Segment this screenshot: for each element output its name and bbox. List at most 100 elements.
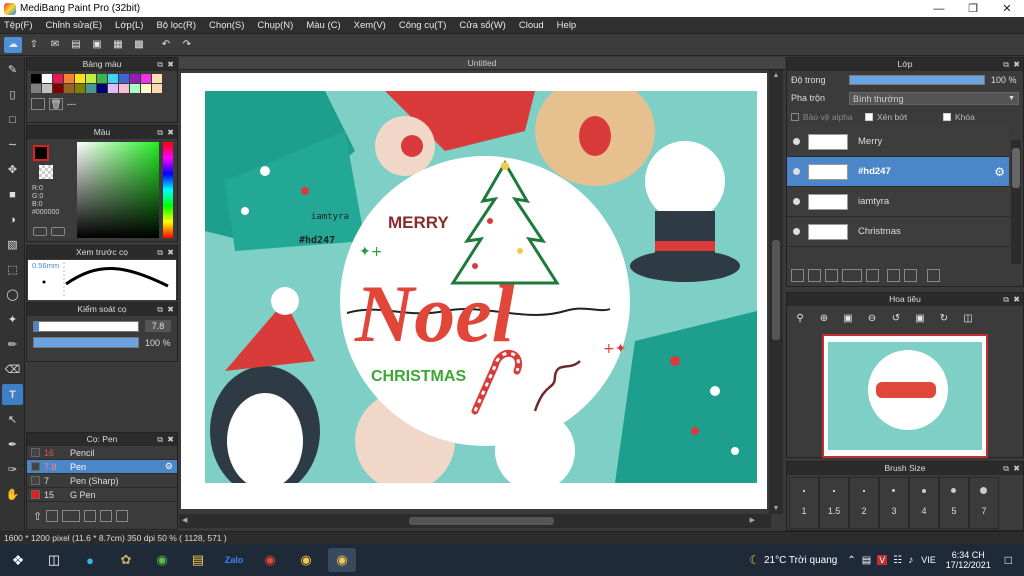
artwork[interactable]: ✦+ +✦ MERRY Noel CHRISTMAS iamtyra #hd24… bbox=[205, 91, 757, 483]
layer-item-iamtyra[interactable]: iamtyra bbox=[787, 187, 1009, 217]
swatch[interactable] bbox=[97, 84, 107, 93]
swatch[interactable] bbox=[119, 84, 129, 93]
brush-folder-icon[interactable] bbox=[100, 510, 113, 522]
color-mode-toggle[interactable] bbox=[33, 227, 47, 236]
brush-size-cell[interactable]: 3 bbox=[879, 477, 909, 529]
swatch[interactable] bbox=[141, 84, 151, 93]
hand-tool-icon[interactable]: ✋ bbox=[2, 484, 23, 505]
cloud-icon[interactable]: ☁ bbox=[4, 36, 22, 53]
clipping-checkbox[interactable] bbox=[865, 113, 873, 121]
secondary-color-swatch[interactable] bbox=[39, 165, 53, 179]
color-mode-toggle-2[interactable] bbox=[51, 227, 65, 236]
zalo-icon[interactable]: Zalo bbox=[220, 548, 248, 572]
close-icon[interactable]: ✖ bbox=[167, 303, 174, 316]
zoom-out-icon[interactable]: ⊖ bbox=[863, 310, 881, 326]
brush-tool-icon[interactable]: ✎ bbox=[2, 59, 23, 80]
swatch[interactable] bbox=[152, 84, 162, 93]
merge-layer-icon[interactable] bbox=[904, 269, 917, 282]
undock-icon[interactable]: ⧉ bbox=[157, 433, 163, 446]
swatch[interactable] bbox=[75, 84, 85, 93]
menu-view[interactable]: Xem(V) bbox=[354, 20, 386, 31]
network-icon[interactable]: ▤ bbox=[862, 555, 871, 566]
swatch[interactable] bbox=[141, 74, 151, 83]
brush-size-slider[interactable] bbox=[33, 320, 139, 332]
undock-icon[interactable]: ⧉ bbox=[157, 58, 163, 71]
saturation-value-picker[interactable] bbox=[77, 142, 159, 238]
magic-wand-icon[interactable]: ✦ bbox=[2, 309, 23, 330]
eye-icon[interactable] bbox=[793, 168, 800, 175]
close-icon[interactable]: ✖ bbox=[167, 58, 174, 71]
eye-icon[interactable] bbox=[793, 228, 800, 235]
menu-cloud[interactable]: Cloud bbox=[519, 20, 544, 31]
menu-filter[interactable]: Bộ lọc(R) bbox=[156, 20, 196, 31]
share-icon[interactable]: ⇧ bbox=[25, 37, 43, 53]
gradient-tool-icon[interactable]: ▧ bbox=[2, 234, 23, 255]
brush-size-cell[interactable]: 1.5 bbox=[819, 477, 849, 529]
undock-icon[interactable]: ⧉ bbox=[157, 126, 163, 139]
fill-rect-tool-icon[interactable]: ■ bbox=[2, 184, 23, 205]
swatch[interactable] bbox=[86, 74, 96, 83]
close-icon[interactable]: ✖ bbox=[167, 433, 174, 446]
layers-scrollbar[interactable] bbox=[1011, 140, 1021, 264]
brush-size-cell[interactable]: 2 bbox=[849, 477, 879, 529]
tray-chevron-icon[interactable]: ⌃ bbox=[847, 555, 855, 566]
eraser-tool-icon[interactable]: ▯ bbox=[2, 84, 23, 105]
swatch[interactable] bbox=[53, 74, 63, 83]
undock-icon[interactable]: ⧉ bbox=[157, 246, 163, 259]
rotate-left-icon[interactable]: ↺ bbox=[887, 310, 905, 326]
swatch[interactable] bbox=[130, 84, 140, 93]
menu-snap[interactable]: Chụp(N) bbox=[257, 20, 293, 31]
paint-app-icon[interactable]: ✿ bbox=[112, 548, 140, 572]
rotate-right-icon[interactable]: ↻ bbox=[935, 310, 953, 326]
select-tool-icon[interactable]: ⬚ bbox=[2, 259, 23, 280]
wifi-icon[interactable]: ☷ bbox=[893, 555, 902, 566]
swatch[interactable] bbox=[64, 84, 74, 93]
layer-item-hd247[interactable]: #hd247 ⚙ bbox=[787, 157, 1009, 187]
unikey-icon[interactable]: V bbox=[877, 555, 888, 565]
redo-icon[interactable]: ↷ bbox=[178, 37, 196, 53]
hue-slider[interactable] bbox=[163, 142, 173, 238]
menu-color[interactable]: Màu (C) bbox=[306, 20, 340, 31]
edge-icon[interactable]: ● bbox=[76, 548, 104, 572]
menu-file[interactable]: Tệp(F) bbox=[4, 20, 33, 31]
green-app-icon[interactable]: ◉ bbox=[148, 548, 176, 572]
brush-size-cell[interactable]: 4 bbox=[909, 477, 939, 529]
menu-edit[interactable]: Chỉnh sửa(E) bbox=[46, 20, 103, 31]
swatch[interactable] bbox=[42, 84, 52, 93]
close-icon[interactable]: ✖ bbox=[1013, 58, 1020, 71]
frame-tool-icon[interactable]: ✑ bbox=[2, 459, 23, 480]
primary-color-swatch[interactable] bbox=[33, 145, 49, 161]
chrome-icon[interactable]: ◉ bbox=[256, 548, 284, 572]
horizontal-scrollbar[interactable]: ◀ ▶ bbox=[179, 514, 771, 528]
brush-item-pencil[interactable]: 16 Pencil bbox=[27, 446, 177, 460]
dot-tool-icon[interactable]: ∼ bbox=[2, 134, 23, 155]
brush-settings-icon[interactable] bbox=[84, 510, 97, 522]
layer-item-merry[interactable]: Merry bbox=[787, 127, 1009, 157]
notification-icon[interactable]: □ bbox=[1005, 553, 1012, 567]
clock[interactable]: 6:34 CH 17/12/2021 bbox=[946, 550, 991, 570]
fit-screen-icon[interactable]: ▣ bbox=[911, 310, 929, 326]
lock-checkbox[interactable] bbox=[943, 113, 951, 121]
chrome-profile-icon[interactable]: ◉ bbox=[292, 548, 320, 572]
copy-layer-icon[interactable] bbox=[866, 269, 879, 282]
undock-icon[interactable]: ⧉ bbox=[1003, 462, 1009, 475]
add-layer-menu-icon[interactable] bbox=[842, 269, 862, 282]
chat-icon[interactable]: ▤ bbox=[67, 37, 85, 53]
canvas-tab[interactable]: Untitled bbox=[179, 57, 785, 70]
rectangle-tool-icon[interactable]: □ bbox=[2, 109, 23, 130]
undo-icon[interactable]: ↶ bbox=[157, 37, 175, 53]
close-icon[interactable]: ✖ bbox=[1013, 293, 1020, 306]
brush-opacity-slider[interactable] bbox=[33, 337, 139, 348]
brush-size-cell[interactable]: 1 bbox=[789, 477, 819, 529]
text-tool-icon[interactable]: T bbox=[2, 384, 23, 405]
protect-alpha-checkbox[interactable] bbox=[791, 113, 799, 121]
new-palette-icon[interactable] bbox=[31, 98, 45, 110]
close-button[interactable]: ✕ bbox=[990, 2, 1024, 15]
document-icon[interactable]: ▣ bbox=[88, 37, 106, 53]
select-eraser-icon[interactable]: ⌫ bbox=[2, 359, 23, 380]
zoom-in-icon[interactable]: ⊕ bbox=[815, 310, 833, 326]
navigator-preview[interactable] bbox=[822, 334, 988, 458]
swatch[interactable] bbox=[31, 84, 41, 93]
bucket-tool-icon[interactable]: ◑ bbox=[2, 209, 23, 230]
delete-layer-icon[interactable] bbox=[927, 269, 940, 282]
